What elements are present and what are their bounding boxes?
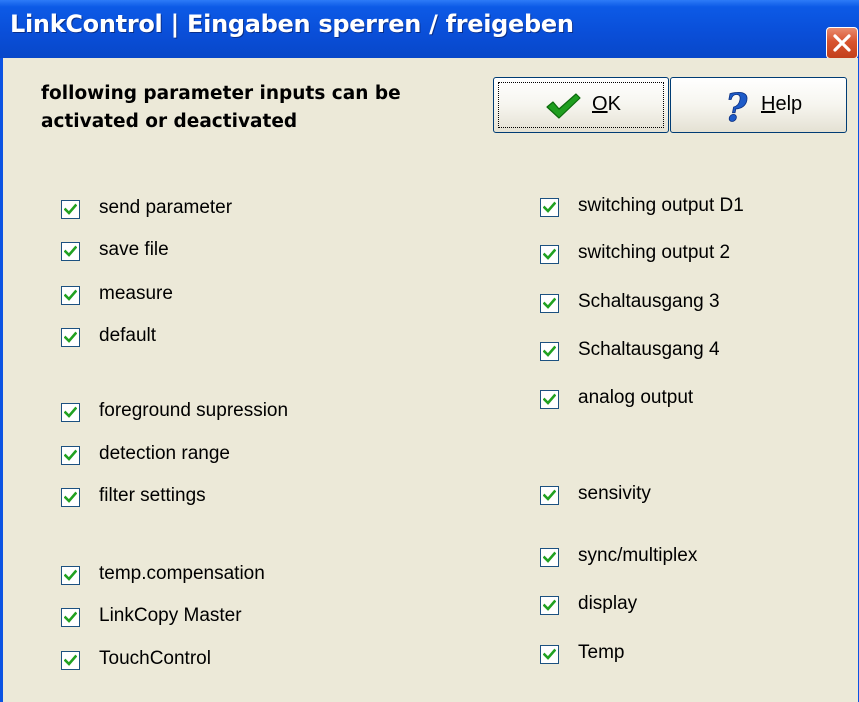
help-button[interactable]: ? Help — [670, 77, 847, 133]
checkbox-box[interactable] — [540, 645, 559, 664]
window-title: LinkControl | Eingaben sperren / freigeb… — [10, 10, 574, 38]
checkbox-box[interactable] — [61, 608, 80, 627]
checkbox-label[interactable]: TouchControl — [99, 648, 211, 670]
instructions-line-2: activated or deactivated — [41, 111, 298, 132]
ok-label: OK — [592, 93, 621, 115]
title-bar[interactable]: LinkControl | Eingaben sperren / freigeb… — [0, 0, 859, 59]
check-mark-icon — [543, 599, 556, 611]
check-mark-icon — [543, 489, 556, 501]
question-icon: ? — [725, 88, 749, 126]
check-mark-icon — [543, 297, 556, 309]
checkbox-box[interactable] — [61, 566, 80, 585]
checkbox-box[interactable] — [61, 328, 80, 347]
checkbox-box[interactable] — [540, 548, 559, 567]
checkbox-box[interactable] — [61, 286, 80, 305]
checkbox-label[interactable]: foreground supression — [99, 400, 288, 422]
checkbox-label[interactable]: Schaltausgang 3 — [578, 291, 720, 313]
checkbox-label[interactable]: analog output — [578, 387, 693, 409]
check-mark-icon — [543, 393, 556, 405]
check-mark-icon — [543, 345, 556, 357]
checkbox-box[interactable] — [540, 596, 559, 615]
check-mark-icon — [543, 248, 556, 260]
checkbox-label[interactable]: switching output D1 — [578, 195, 744, 217]
checkbox-label[interactable]: switching output 2 — [578, 242, 730, 264]
ok-button[interactable]: OK — [493, 77, 669, 133]
check-mark-icon — [64, 289, 77, 301]
checkbox-box[interactable] — [61, 200, 80, 219]
checkbox-box[interactable] — [61, 403, 80, 422]
checkbox-box[interactable] — [540, 198, 559, 217]
checkbox-box[interactable] — [61, 446, 80, 465]
check-mark-icon — [64, 331, 77, 343]
checkbox-box[interactable] — [61, 651, 80, 670]
checkbox-box[interactable] — [540, 486, 559, 505]
checkbox-label[interactable]: save file — [99, 239, 169, 261]
check-mark-icon — [64, 203, 77, 215]
dialog-window: LinkControl | Eingaben sperren / freigeb… — [0, 0, 859, 702]
instructions-heading: following parameter inputs can be activa… — [41, 80, 481, 136]
checkbox-label[interactable]: Schaltausgang 4 — [578, 339, 720, 361]
checkbox-label[interactable]: measure — [99, 283, 173, 305]
check-mark-icon — [543, 201, 556, 213]
check-mark-icon — [64, 245, 77, 257]
check-mark-icon — [64, 611, 77, 623]
checkbox-label[interactable]: send parameter — [99, 197, 232, 219]
check-mark-icon — [543, 648, 556, 660]
close-button[interactable] — [826, 27, 858, 59]
checkbox-label[interactable]: default — [99, 325, 156, 347]
checkbox-box[interactable] — [540, 245, 559, 264]
checkbox-label[interactable]: sensivity — [578, 483, 651, 505]
close-icon — [833, 34, 851, 52]
checkbox-label[interactable]: sync/multiplex — [578, 545, 697, 567]
dialog-content: following parameter inputs can be activa… — [3, 58, 858, 702]
checkbox-box[interactable] — [61, 488, 80, 507]
checkbox-label[interactable]: detection range — [99, 443, 230, 465]
help-label: Help — [761, 93, 803, 115]
instructions-line-1: following parameter inputs can be — [41, 83, 401, 104]
check-mark-icon — [543, 551, 556, 563]
checkbox-label[interactable]: LinkCopy Master — [99, 605, 242, 627]
checkbox-box[interactable] — [540, 294, 559, 313]
checkbox-label[interactable]: filter settings — [99, 485, 206, 507]
check-mark-icon — [64, 569, 77, 581]
checkbox-label[interactable]: display — [578, 593, 637, 615]
check-mark-icon — [64, 491, 77, 503]
checkbox-box[interactable] — [540, 390, 559, 409]
check-mark-icon — [64, 406, 77, 418]
check-mark-icon — [64, 654, 77, 666]
svg-text:?: ? — [725, 88, 748, 126]
checkbox-box[interactable] — [540, 342, 559, 361]
checkmark-icon — [546, 93, 581, 119]
checkbox-box[interactable] — [61, 242, 80, 261]
checkbox-label[interactable]: Temp — [578, 642, 624, 664]
checkbox-label[interactable]: temp.compensation — [99, 563, 265, 585]
check-mark-icon — [64, 449, 77, 461]
